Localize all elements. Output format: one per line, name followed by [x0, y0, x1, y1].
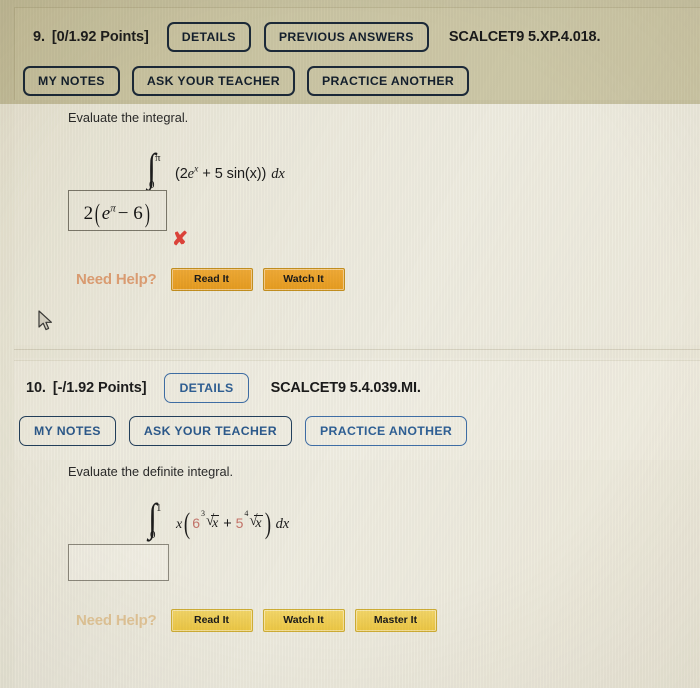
problem-10-title-row: 10. [-/1.92 Points] DETAILS SCALCET9 5.4…: [26, 373, 421, 404]
problem-10-ask-your-teacher-button[interactable]: ASK YOUR TEACHER: [128, 416, 292, 447]
problem-9-header-band: 9. [0/1.92 Points] DETAILS PREVIOUS ANSW…: [0, 0, 700, 104]
plus-sign: +: [223, 516, 232, 532]
integrand-prefix: (2: [174, 166, 188, 182]
problem-10-details-button[interactable]: DETAILS: [164, 373, 249, 404]
problem-10-practice-another-button[interactable]: PRACTICE ANOTHER: [304, 416, 468, 447]
problem-9-previous-answers-button[interactable]: PREVIOUS ANSWERS: [263, 22, 429, 53]
problem-10-need-help-label: Need Help?: [76, 611, 157, 629]
problem-9-number: 9.: [33, 29, 45, 46]
problem-10-read-it-button[interactable]: Read It: [170, 609, 253, 632]
variable-x: x: [175, 517, 183, 532]
integral-upper-limit: π: [154, 152, 161, 164]
problem-9-answer-box[interactable]: 2(eπ − 6): [68, 190, 167, 231]
problem-10-header: 10. [-/1.92 Points] DETAILS SCALCET9 5.4…: [14, 360, 700, 460]
problem-10-integral: ∫ 1 0 x(6 3 √ x +5 4 √ x) dx: [147, 495, 290, 542]
problem-10-prompt: Evaluate the definite integral.: [68, 464, 234, 479]
problem-9-prompt: Evaluate the integral.: [68, 110, 189, 125]
problem-9-incorrect-mark: ✘: [172, 229, 188, 250]
problem-9-ask-your-teacher-button[interactable]: ASK YOUR TEACHER: [131, 66, 295, 97]
coefficient-5: 5: [235, 515, 244, 531]
sine-term: sin(x)): [226, 166, 267, 182]
cube-root-of-x: 3 √ x: [200, 509, 220, 531]
problem-10-master-it-button[interactable]: Master It: [354, 609, 437, 632]
integral-lower-limit: 0: [149, 529, 156, 541]
fourth-root-of-x: 4 √ x: [244, 509, 263, 531]
problem-10-need-help-row: Need Help? Read It Watch It Master It: [76, 609, 437, 632]
problem-10-textbook-code: SCALCET9 5.4.039.MI.: [270, 380, 421, 397]
open-paren: (: [184, 507, 191, 540]
exponent-x: x: [194, 164, 199, 175]
problem-10-answer-box[interactable]: [68, 544, 169, 581]
problem-9-need-help-label: Need Help?: [76, 270, 157, 288]
differential-dx: dx: [271, 166, 285, 182]
plus-sign: +: [202, 166, 211, 182]
problem-9-my-notes-button[interactable]: MY NOTES: [23, 66, 120, 97]
problem-9-details-button[interactable]: DETAILS: [166, 22, 251, 53]
problem-9-integral: ∫ π 0 (2ex +5 sin(x)) dx: [146, 145, 285, 192]
problem-divider: [14, 349, 700, 350]
problem-10-tools-row: MY NOTES ASK YOUR TEACHER PRACTICE ANOTH…: [19, 416, 468, 447]
problem-9-textbook-code: SCALCET9 5.XP.4.018.: [448, 29, 601, 46]
close-paren: ): [264, 507, 271, 540]
problem-9-header-inner: 9. [0/1.92 Points] DETAILS PREVIOUS ANSW…: [14, 7, 700, 100]
problem-9-answer-value: 2(eπ − 6): [83, 198, 150, 228]
problem-9-watch-it-button[interactable]: Watch It: [262, 268, 345, 291]
problem-10-watch-it-button[interactable]: Watch It: [262, 609, 345, 632]
coefficient-6: 6: [192, 515, 200, 531]
problem-9-practice-another-button[interactable]: PRACTICE ANOTHER: [306, 66, 470, 97]
problem-9-need-help-row: Need Help? Read It Watch It: [76, 268, 345, 291]
mouse-pointer-icon: [38, 310, 52, 331]
integral-upper-limit: 1: [155, 502, 162, 514]
coefficient-5: 5: [214, 166, 223, 182]
problem-10-points: [-/1.92 Points]: [52, 380, 147, 397]
problem-9-tools-row: MY NOTES ASK YOUR TEACHER PRACTICE ANOTH…: [23, 66, 470, 97]
problem-10-number: 10.: [26, 380, 46, 397]
problem-9-read-it-button[interactable]: Read It: [170, 268, 253, 291]
problem-9-title-row: 9. [0/1.92 Points] DETAILS PREVIOUS ANSW…: [33, 22, 601, 53]
problem-10-my-notes-button[interactable]: MY NOTES: [19, 416, 116, 447]
differential-dx: dx: [275, 516, 290, 532]
problem-9-points: [0/1.92 Points]: [51, 29, 149, 46]
